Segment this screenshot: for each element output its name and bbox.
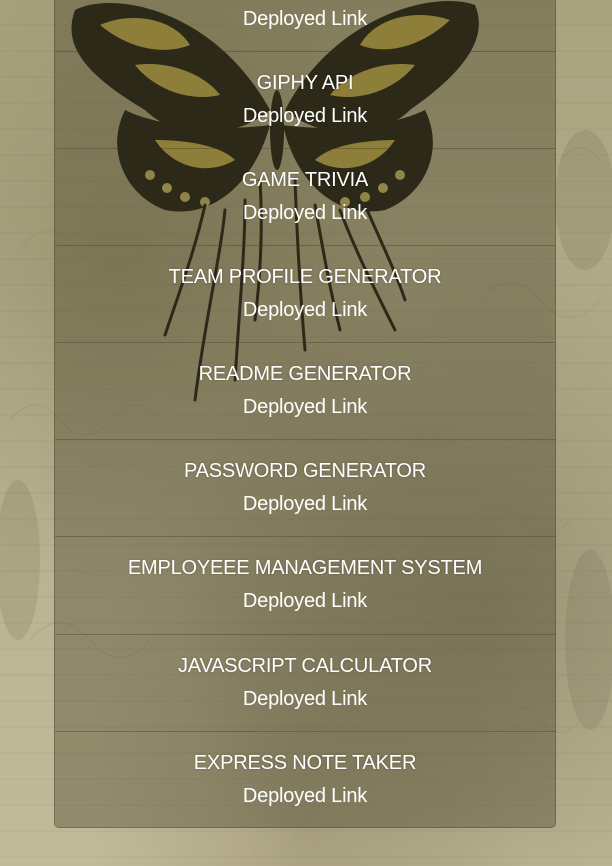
deployed-link[interactable]: Deployed Link [243,294,367,327]
project-title: EMPLOYEEE MANAGEMENT SYSTEM [127,557,483,579]
project-title: GIPHY API [256,72,354,94]
project-item-employee-management-system: EMPLOYEEE MANAGEMENT SYSTEM Deployed Lin… [55,536,555,634]
deployed-link[interactable]: Deployed Link [243,488,367,521]
deployed-link[interactable]: Deployed Link [243,3,367,36]
project-title: EXPRESS NOTE TAKER [193,752,417,774]
deployed-link[interactable]: Deployed Link [243,780,367,813]
deployed-link[interactable]: Deployed Link [243,683,367,716]
deployed-link[interactable]: Deployed Link [243,585,367,618]
project-item-team-profile-generator: TEAM PROFILE GENERATOR Deployed Link [55,245,555,342]
project-title: JAVASCRIPT CALCULATOR [177,655,432,677]
deployed-link[interactable]: Deployed Link [243,197,367,230]
project-title: GAME TRIVIA [241,169,369,191]
projects-panel: Deployed Link GIPHY API Deployed Link GA… [54,0,556,828]
project-item-express-note-taker: EXPRESS NOTE TAKER Deployed Link [55,731,555,828]
project-item-giphy-api: GIPHY API Deployed Link [55,51,555,148]
project-title: README GENERATOR [198,363,412,385]
project-title: PASSWORD GENERATOR [184,460,426,482]
project-title: TEAM PROFILE GENERATOR [168,266,442,288]
deployed-link[interactable]: Deployed Link [243,391,367,424]
project-item-password-generator: PASSWORD GENERATOR Deployed Link [55,439,555,536]
deployed-link[interactable]: Deployed Link [243,100,367,133]
project-item-readme-generator: README GENERATOR Deployed Link [55,342,555,439]
project-item-partial: Deployed Link [55,0,555,51]
project-item-game-trivia: GAME TRIVIA Deployed Link [55,148,555,245]
project-item-javascript-calculator: JAVASCRIPT CALCULATOR Deployed Link [55,634,555,731]
